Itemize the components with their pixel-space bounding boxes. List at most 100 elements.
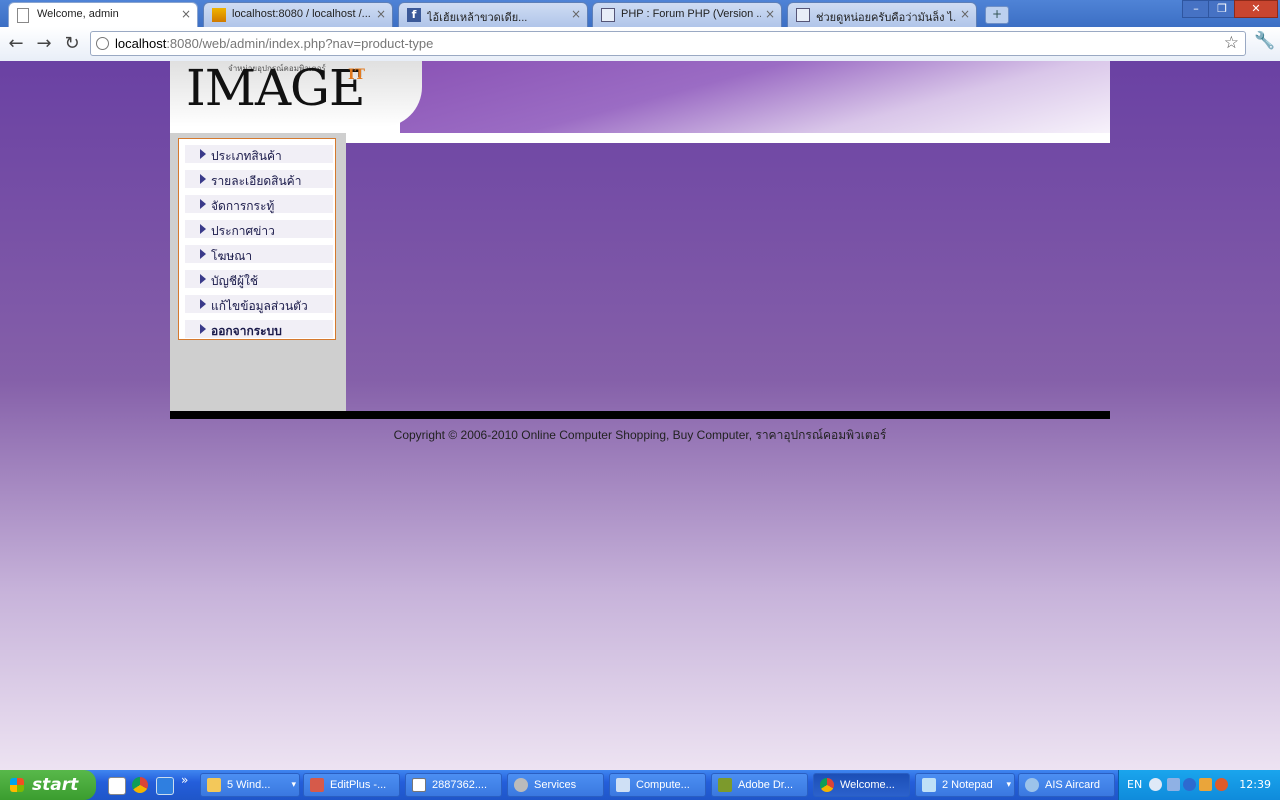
tab-title: ช่วยดูหน่อยครับคือว่ามันล็ง ไ... [816,12,956,24]
logo-text: IMAGE [186,59,365,117]
computer-management-icon [616,778,630,792]
usb-icon[interactable] [1199,778,1212,791]
site-logo[interactable]: จำหน่ายอุปกรณ์คอมพิวเตอร์ IMAGE IT [170,61,422,127]
menu-item-manage-threads[interactable]: จัดการกระทู้ [185,195,333,213]
antivirus-icon[interactable] [1215,778,1228,791]
reload-icon[interactable]: ↻ [61,33,83,55]
back-icon[interactable]: ← [5,33,27,55]
close-window-button[interactable]: ✕ [1234,0,1278,18]
menu-item-label: ประกาศข่าว [211,224,275,238]
site-header: จำหน่ายอุปกรณ์คอมพิวเตอร์ IMAGE IT [170,61,1110,133]
arrow-right-icon [200,274,206,284]
taskbar-button-computer-management[interactable]: Compute... [609,773,706,797]
menu-item-label: ประเภทสินค้า [211,149,282,163]
taskbar-button-aircard[interactable]: AIS Aircard [1018,773,1115,797]
tab-strip: Welcome, admin × localhost:8080 / localh… [0,0,1280,27]
clock[interactable]: 12:39 [1239,778,1271,791]
close-icon[interactable]: × [571,7,581,21]
arrow-right-icon [200,324,206,334]
browser-toolbar: ← → ↻ localhost:8080/web/admin/index.php… [0,27,1280,62]
menu-item-news[interactable]: ประกาศข่าว [185,220,333,238]
ie-quicklaunch-icon[interactable] [156,777,174,795]
tab-welcome-admin[interactable]: Welcome, admin × [8,2,198,27]
restore-button[interactable]: ❐ [1208,0,1236,18]
taskbar-button-notepad[interactable]: 2 Notepad ▾ [915,773,1015,797]
taskbar-button-services[interactable]: Services [507,773,604,797]
forum-icon [796,8,810,22]
tab-phpmyadmin[interactable]: localhost:8080 / localhost /... × [203,2,393,27]
windows-taskbar: start » 5 Wind... ▾ EditPlus -... 288736… [0,770,1280,800]
system-tray: EN 12:39 [1118,770,1280,800]
tab-title: ไอ้เฮ้ยเหล้าขวดเดีย... [427,12,528,24]
services-icon [514,778,528,792]
forward-icon[interactable]: → [33,33,55,55]
menu-item-user-accounts[interactable]: บัญชีผู้ใช้ [185,270,333,288]
phpmyadmin-icon [212,8,226,22]
menu-item-advertising[interactable]: โฆษณา [185,245,333,263]
chrome-quicklaunch-icon[interactable] [132,777,148,793]
menu-item-edit-profile[interactable]: แก้ไขข้อมูลส่วนตัว [185,295,333,313]
close-icon[interactable]: × [181,7,191,21]
start-button[interactable]: start [0,770,96,800]
taskbar-button-dreamweaver[interactable]: Adobe Dr... [711,773,808,797]
menu-item-label: บัญชีผู้ใช้ [211,274,259,288]
forum-icon [601,8,615,22]
url-text: localhost:8080/web/admin/index.php?nav=p… [115,36,434,51]
tab-forum-thread[interactable]: ช่วยดูหน่อยครับคือว่ามันล็ง ไ... × [787,2,977,27]
chevron-right-icon[interactable]: » [181,773,188,787]
chrome-icon [820,778,834,792]
close-icon[interactable]: × [376,7,386,21]
aircard-icon [1025,778,1039,792]
chevron-down-icon: ▾ [291,779,296,789]
arrow-right-icon [200,299,206,309]
paint-icon [412,778,426,792]
menu-item-label: รายละเอียดสินค้า [211,174,302,188]
menu-item-product-type[interactable]: ประเภทสินค้า [185,145,333,163]
menu-item-product-detail[interactable]: รายละเอียดสินค้า [185,170,333,188]
close-icon[interactable]: × [960,7,970,21]
header-graphic [400,61,1110,133]
page-viewport: จำหน่ายอุปกรณ์คอมพิวเตอร์ IMAGE IT ประเภ… [0,61,1280,770]
menu-item-label: ออกจากระบบ [211,324,282,338]
dreamweaver-icon [718,778,732,792]
taskbar-button-paint[interactable]: 2887362.... [405,773,502,797]
taskbar-button-editplus[interactable]: EditPlus -... [303,773,400,797]
notepad-quicklaunch-icon[interactable] [108,777,126,795]
menu-item-logout[interactable]: ออกจากระบบ [185,320,333,338]
logo-superscript: IT [348,67,365,83]
tab-forum-php[interactable]: PHP : Forum PHP (Version ... × [592,2,782,27]
new-tab-button[interactable]: + [985,6,1009,24]
arrow-right-icon [200,149,206,159]
language-indicator[interactable]: EN [1127,778,1142,791]
tab-title: Welcome, admin [37,8,119,20]
tab-title: PHP : Forum PHP (Version ... [621,8,761,20]
arrow-right-icon [200,199,206,209]
tab-facebook[interactable]: f ไอ้เฮ้ยเหล้าขวดเดีย... × [398,2,588,27]
taskbar-button-chrome[interactable]: Welcome... [813,773,910,797]
chevron-down-icon: ▾ [1006,779,1011,789]
editplus-icon [310,778,324,792]
bookmark-star-icon[interactable]: ☆ [1224,33,1239,53]
admin-menu: ประเภทสินค้า รายละเอียดสินค้า จัดการกระท… [178,138,336,340]
facebook-icon: f [407,8,421,22]
wrench-icon[interactable]: 🔧 [1254,31,1275,51]
network-icon[interactable] [1167,778,1180,791]
folder-icon [207,778,221,792]
arrow-right-icon [200,249,206,259]
arrow-right-icon [200,224,206,234]
windows-logo-icon [10,778,24,792]
footer-bar [170,411,1110,419]
menu-item-label: แก้ไขข้อมูลส่วนตัว [211,299,308,313]
aircard-tray-icon[interactable] [1183,778,1196,791]
notepad-icon [922,778,936,792]
menu-item-label: โฆษณา [211,249,253,263]
close-icon[interactable]: × [765,7,775,21]
menu-item-label: จัดการกระทู้ [211,199,275,213]
globe-icon [96,37,109,50]
minimize-button[interactable]: – [1182,0,1210,18]
arrow-right-icon [200,174,206,184]
chevron-left-icon[interactable] [1149,778,1162,791]
taskbar-button-folders[interactable]: 5 Wind... ▾ [200,773,300,797]
admin-sidebar: ประเภทสินค้า รายละเอียดสินค้า จัดการกระท… [170,133,346,411]
address-bar[interactable]: localhost:8080/web/admin/index.php?nav=p… [90,31,1246,56]
